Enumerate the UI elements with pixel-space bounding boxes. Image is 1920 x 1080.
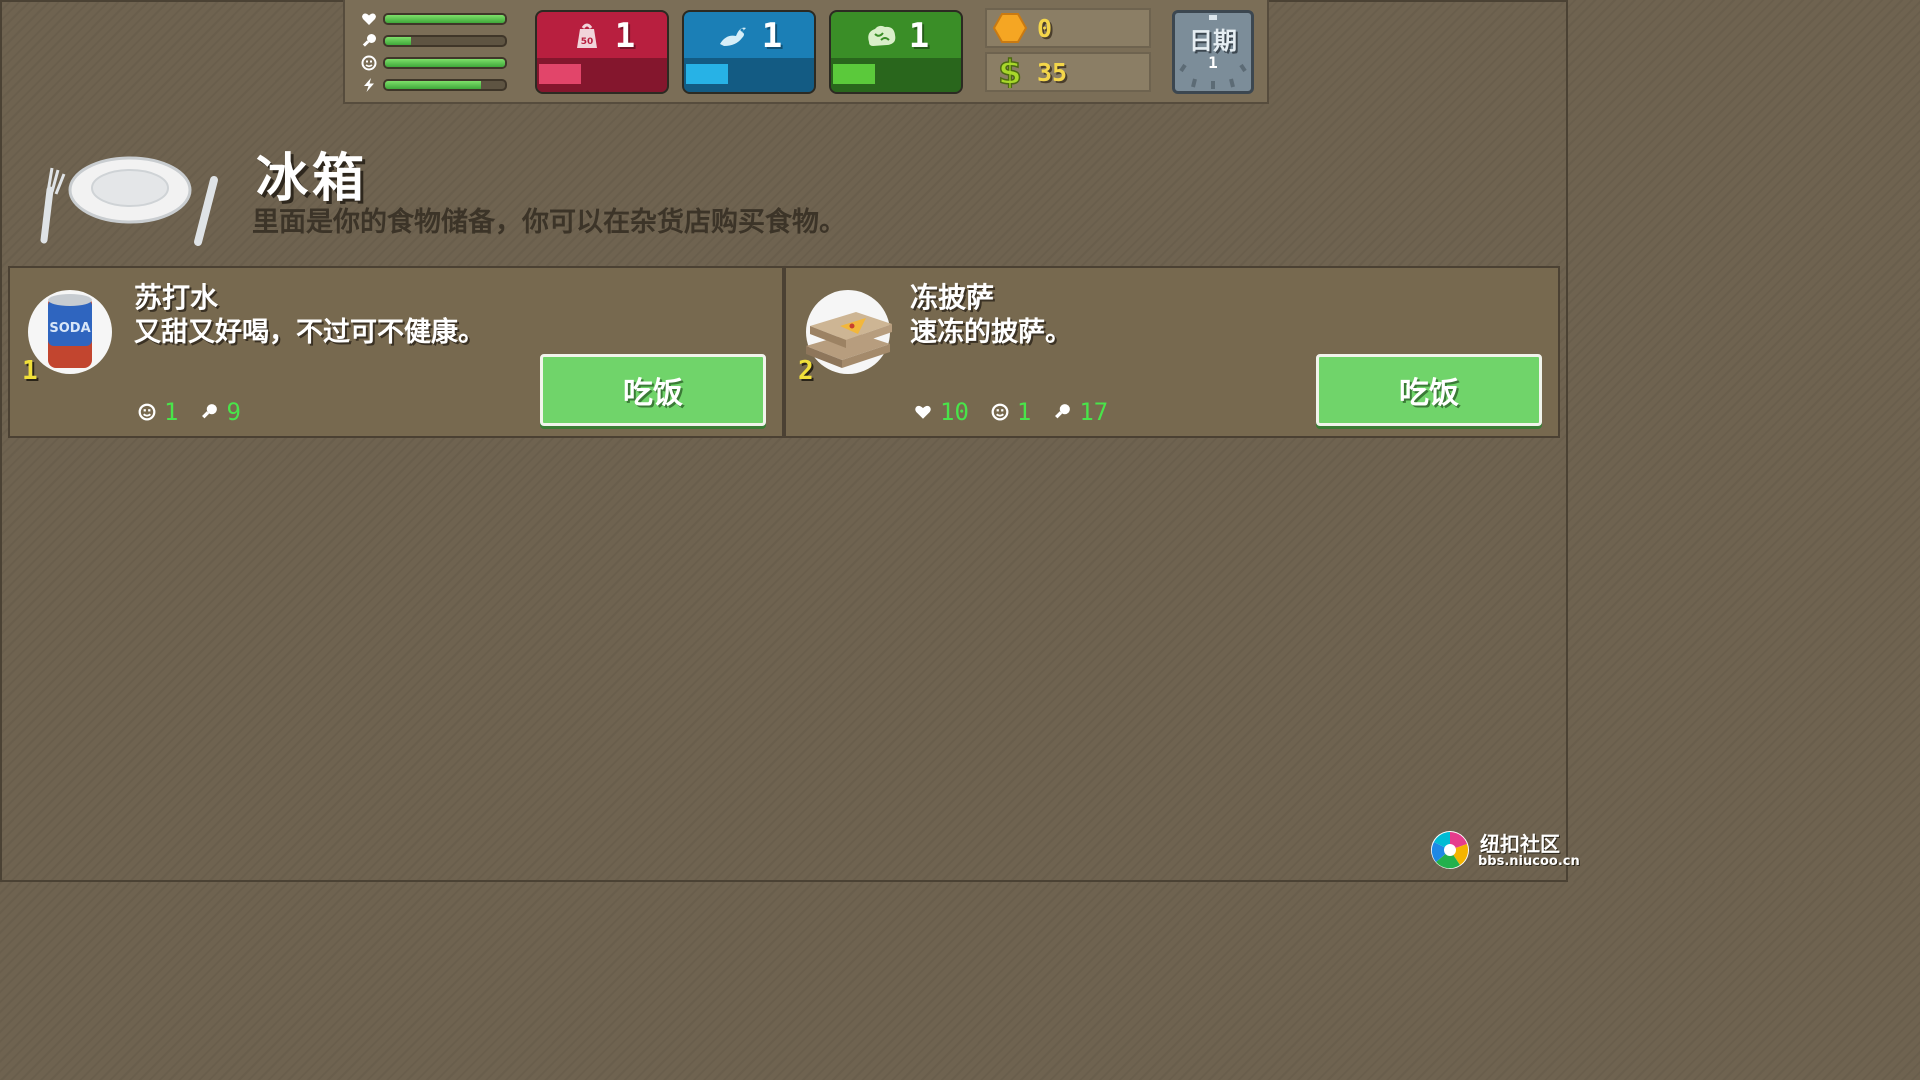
bird-icon — [716, 20, 752, 52]
smiley-icon — [361, 55, 377, 71]
item-description: 速冻的披萨。 — [910, 317, 1072, 348]
smiley-icon — [138, 403, 156, 421]
item-description: 又甜又好喝，不过可不健康。 — [134, 317, 485, 348]
intelligence-value: 1 — [908, 16, 930, 56]
strength-skill[interactable]: 50 1 — [535, 10, 669, 94]
drumstick-icon — [1055, 404, 1071, 419]
watermark-url: bbs.niucoo.cn — [1478, 854, 1580, 869]
energy-bar — [383, 79, 507, 91]
status-hud: 50 1 1 1 0 $ 35 日期 1 — [343, 0, 1269, 104]
lightning-icon — [361, 77, 377, 93]
health-stat — [361, 11, 507, 27]
cash-value: 35 — [1037, 57, 1068, 87]
eat-button[interactable]: 吃饭 — [540, 354, 766, 426]
mood-effect: 1 — [991, 398, 1031, 426]
mood-stat — [361, 55, 507, 71]
dollar-icon: $ — [993, 56, 1027, 88]
watermark-name: 纽扣社区 — [1480, 832, 1560, 856]
heart-icon — [361, 11, 377, 27]
niucoo-logo-icon — [1431, 831, 1469, 869]
mood-effect-value: 1 — [164, 398, 179, 426]
drumstick-icon — [361, 33, 377, 49]
strength-value: 1 — [614, 16, 636, 56]
hunger-effect-value: 17 — [1079, 398, 1109, 426]
intelligence-progress — [833, 64, 875, 84]
item-effects: 10 1 17 — [914, 398, 1130, 426]
svg-text:$: $ — [998, 56, 1022, 88]
mood-effect: 1 — [138, 398, 178, 426]
coin-icon — [993, 12, 1027, 44]
smiley-icon — [991, 403, 1009, 421]
health-effect-value: 10 — [940, 398, 969, 426]
charm-progress — [686, 64, 728, 84]
hunger-bar — [383, 35, 507, 47]
svg-text:SODA: SODA — [49, 321, 90, 336]
heart-icon — [915, 405, 931, 419]
hunger-stat — [361, 33, 507, 49]
charm-value: 1 — [761, 16, 783, 56]
energy-stat — [361, 77, 507, 93]
item-effects: 1 9 — [138, 398, 263, 426]
hunger-effect: 9 — [200, 398, 241, 426]
health-bar — [383, 13, 507, 25]
cash-counter: $ 35 — [985, 52, 1151, 92]
food-item-card: SODA 1 苏打水 又甜又好喝，不过可不健康。 1 9 吃饭 — [8, 266, 784, 438]
intelligence-skill[interactable]: 1 — [829, 10, 963, 94]
page-subtitle: 里面是你的食物储备，你可以在杂货店购买食物。 — [252, 207, 846, 238]
date-value: 1 — [1208, 53, 1218, 72]
coin-value: 0 — [1037, 13, 1053, 43]
brain-icon — [863, 20, 899, 52]
mood-bar — [383, 57, 507, 69]
eat-button[interactable]: 吃饭 — [1316, 354, 1542, 426]
item-quantity: 1 — [22, 356, 38, 386]
date-panel[interactable]: 日期 1 — [1172, 10, 1254, 94]
plate-cutlery-icon — [40, 156, 218, 246]
hunger-effect: 17 — [1053, 398, 1108, 426]
item-quantity: 2 — [798, 356, 814, 386]
mood-effect-value: 1 — [1016, 398, 1032, 426]
hunger-effect-value: 9 — [226, 398, 241, 426]
health-effect: 10 — [914, 398, 969, 426]
weight-icon: 50 — [569, 20, 605, 52]
date-label: 日期 — [1189, 27, 1237, 55]
fridge-header: 冰箱 里面是你的食物储备，你可以在杂货店购买食物。 — [8, 108, 1560, 266]
coin-counter: 0 — [985, 8, 1151, 48]
charm-skill[interactable]: 1 — [682, 10, 816, 94]
drumstick-icon — [202, 404, 218, 419]
strength-progress — [539, 64, 581, 84]
svg-text:50: 50 — [580, 37, 593, 47]
food-item-card: 2 冻披萨 速冻的披萨。 10 1 17 吃饭 — [784, 266, 1560, 438]
